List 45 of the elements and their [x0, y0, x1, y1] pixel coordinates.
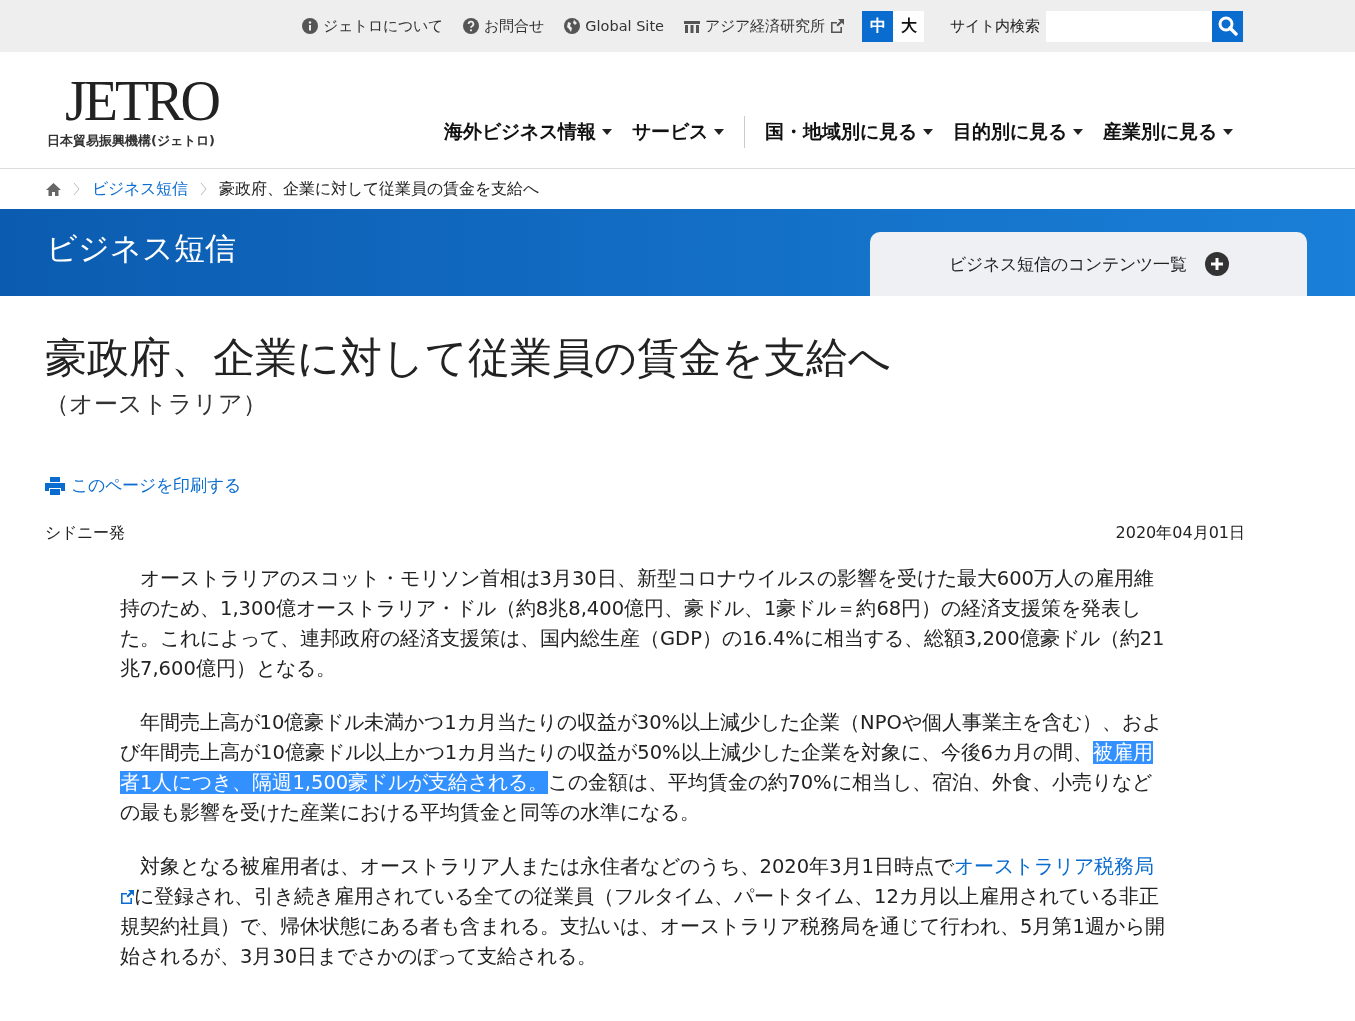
font-size-button[interactable]: 大	[893, 10, 924, 42]
building-icon	[684, 19, 700, 33]
plus-icon	[1204, 252, 1229, 276]
section-title: ビジネス短信	[46, 228, 236, 268]
font-size-button[interactable]: 中	[862, 10, 893, 42]
article-paragraph: オーストラリアのスコット・モリソン首相は3月30日、新型コロナウイルスの影響を受けた最大600万人の雇用維持のため、1,300億オーストラリア・ドル（約8兆8,400億円、豪ドル、1豪ドル＝約68円）の経済支援策を発表した。これによって、連邦政府の経済支援策は、国内総生産（GDP）の16.4%に相当する、総額3,200億豪ドル（約21兆7,600億円）となる。	[120, 566, 1165, 682]
publish-date: 2020年04月01日	[1115, 523, 1245, 544]
search-icon	[1217, 16, 1238, 36]
top-link[interactable]: お問合せ	[463, 16, 545, 36]
search-field[interactable]	[1046, 10, 1212, 42]
top-link[interactable]: アジア経済研究所	[684, 16, 844, 36]
home-icon	[46, 182, 61, 196]
print-link[interactable]: このページを印刷する	[45, 474, 241, 497]
article-title: 豪政府、企業に対して従業員の賃金を支給へ	[45, 332, 892, 384]
help-icon	[463, 18, 480, 34]
globe-icon	[564, 18, 581, 34]
organization-name: 日本貿易振興機構(ジェトロ)	[47, 132, 216, 150]
nav-menu-item[interactable]: 海外ビジネス情報	[444, 119, 612, 145]
info-icon	[302, 18, 319, 34]
printer-icon	[45, 476, 65, 495]
article-paragraph: 年間売上高が10億豪ドル未満かつ1カ月当たりの収益が30%以上減少した企業（NPOや個人事業主を含む）、および年間売上高が10億豪ドル以上かつ1カ月当たりの収益が50%以上減少した企業を対象に、今後6カ月の間、被雇用者1人につき、隔週1,500豪ドルが支給される。この金額は、平均賃金の約70%に相当し、宿泊、外食、小売りなどの最も影響を受けた産業における平均賃金と同等の水準になる。	[120, 710, 1163, 826]
caret-icon	[923, 129, 933, 135]
nav-menu-item[interactable]: 国・地域別に見る	[765, 119, 933, 145]
article-paragraph: 対象となる被雇用者は、オーストラリア人または永住者などのうち、2020年3月1日時点でオーストラリア税務局 に登録され、引き続き雇用されている全ての従業員（フルタイム、パートタイム、12カ月以上雇用されている非正規契約社員）で、帰休状態にある者も含まれる。支払いは、オーストラリア税務局を通じて行われ、5月第1週から開始されるが、3月30日までさかのぼって支給される。	[120, 854, 1165, 970]
caret-icon	[602, 129, 612, 135]
caret-icon	[714, 129, 724, 135]
caret-icon	[1073, 129, 1083, 135]
nav-menu-item[interactable]: サービス	[632, 119, 724, 145]
tax-office-link[interactable]: オーストラリア税務局	[953, 855, 1154, 878]
top-link[interactable]: Global Site	[564, 18, 664, 34]
search-label: サイト内検索	[950, 16, 1040, 36]
top-link[interactable]: ジェトロについて	[302, 16, 444, 36]
chevron-icon	[73, 182, 80, 196]
breadcrumb-link[interactable]: ビジネス短信	[92, 178, 188, 200]
dateline: シドニー発	[45, 523, 125, 544]
nav-menu-item[interactable]: 産業別に見る	[1103, 119, 1233, 145]
breadcrumb-current: 豪政府、企業に対して従業員の賃金を支給へ	[219, 178, 539, 200]
nav-menu-item[interactable]: 目的別に見る	[953, 119, 1083, 145]
contents-menu-button[interactable]: ビジネス短信のコンテンツ一覧	[870, 232, 1307, 296]
caret-icon	[1223, 129, 1233, 135]
chevron-icon	[200, 182, 207, 196]
article-region: （オーストラリア）	[45, 389, 267, 420]
logo-wordmark[interactable]: JETRO	[47, 70, 218, 132]
search-button[interactable]	[1212, 10, 1243, 42]
external-link-icon	[120, 890, 134, 904]
